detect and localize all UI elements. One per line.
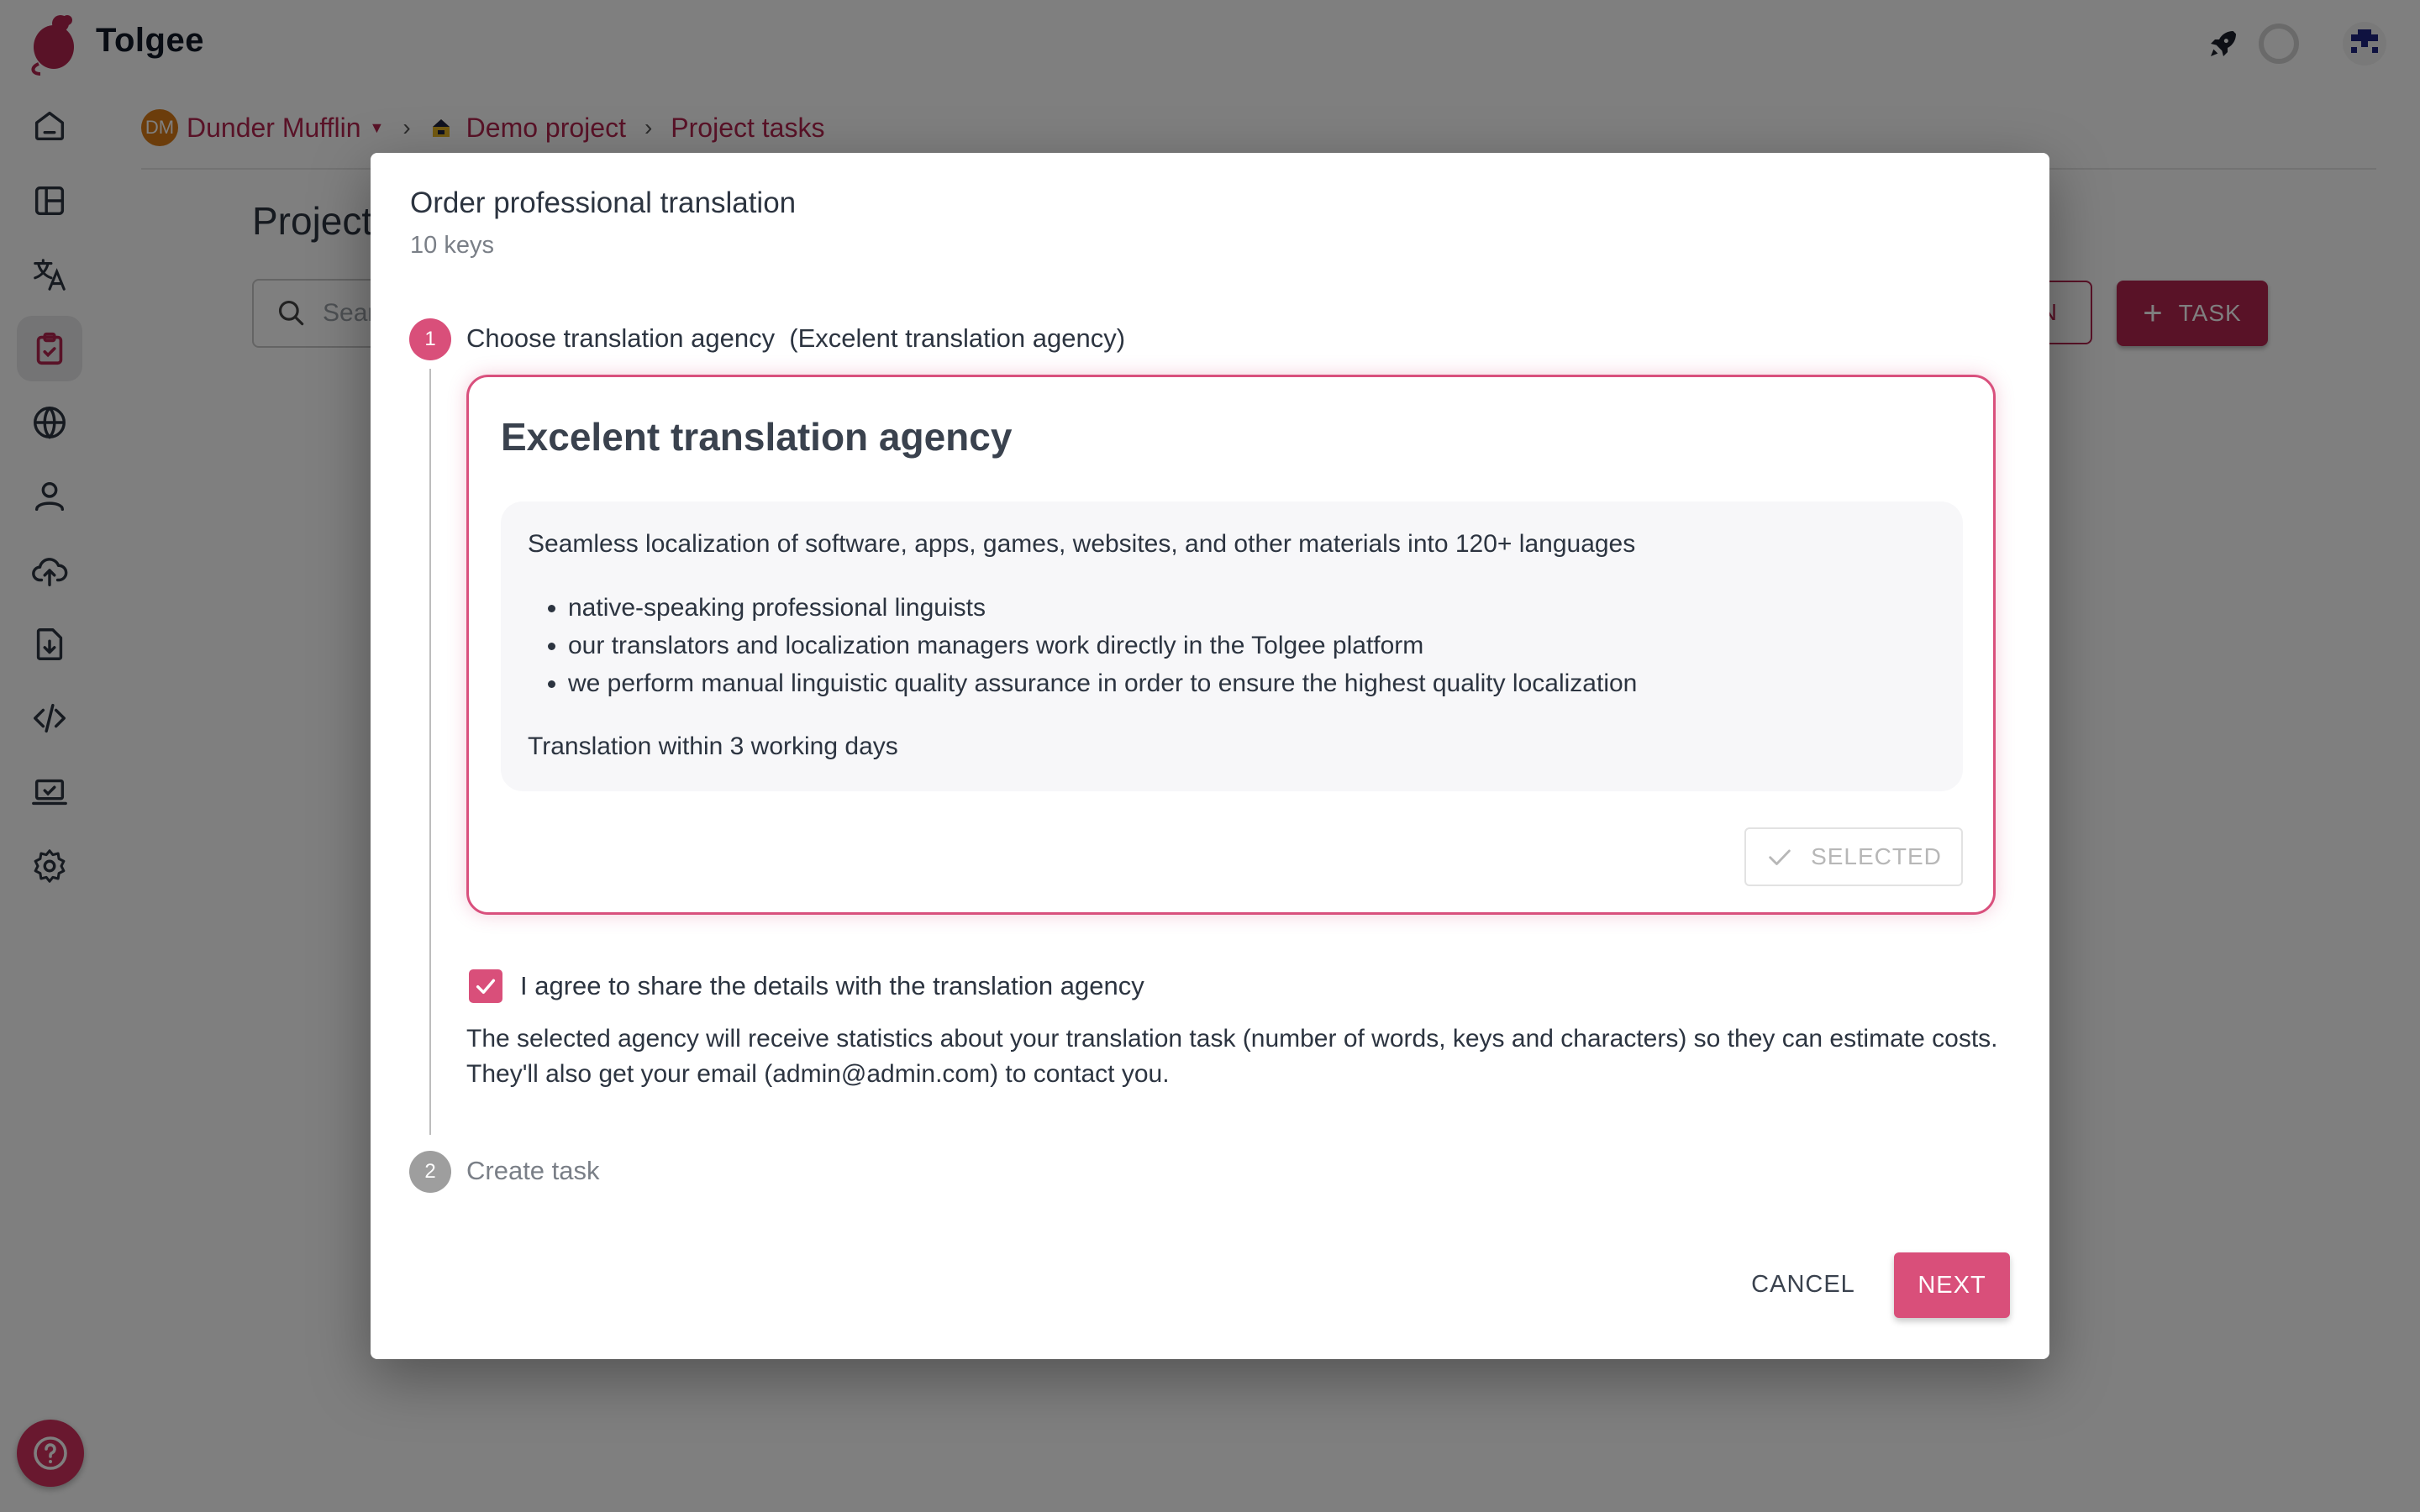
agency-description: Seamless localization of software, apps,…: [528, 530, 1636, 558]
consent-label[interactable]: I agree to share the details with the tr…: [520, 971, 1144, 1001]
agency-name: Excelent translation agency: [501, 415, 1013, 459]
stepper-connector: [429, 369, 431, 1135]
step-1-label: Choose translation agency (Excelent tran…: [466, 323, 1126, 353]
agency-turnaround: Translation within 3 working days: [528, 732, 898, 760]
selected-label: SELECTED: [1811, 843, 1942, 869]
agency-feature: we perform manual linguistic quality ass…: [568, 664, 1637, 702]
agency-description-box: Seamless localization of software, apps,…: [501, 501, 1963, 791]
dialog-title: Order professional translation: [410, 186, 797, 219]
dialog-subtitle: 10 keys: [410, 232, 494, 259]
check-icon: [1769, 849, 1791, 865]
agency-card[interactable]: Excelent translation agency Seamless loc…: [466, 375, 1996, 915]
checkmark-icon: [476, 979, 496, 995]
consent-details: The selected agency will receive statist…: [466, 1025, 1998, 1088]
selected-button[interactable]: SELECTED: [1744, 827, 1963, 886]
agency-feature: our translators and localization manager…: [568, 627, 1637, 664]
agency-feature: native-speaking professional linguists: [568, 589, 1637, 627]
agency-feature-list: native-speaking professional linguists o…: [528, 589, 1637, 702]
order-translation-dialog: Order professional translation 10 keys 1…: [371, 153, 2049, 1359]
consent-checkbox[interactable]: [469, 969, 502, 1003]
cancel-button[interactable]: CANCEL: [1740, 1253, 1866, 1315]
step-2-label: Create task: [466, 1156, 600, 1185]
next-button[interactable]: NEXT: [1894, 1252, 2010, 1318]
step-2-indicator: 2: [409, 1151, 451, 1193]
step-1-indicator: 1: [409, 318, 451, 360]
